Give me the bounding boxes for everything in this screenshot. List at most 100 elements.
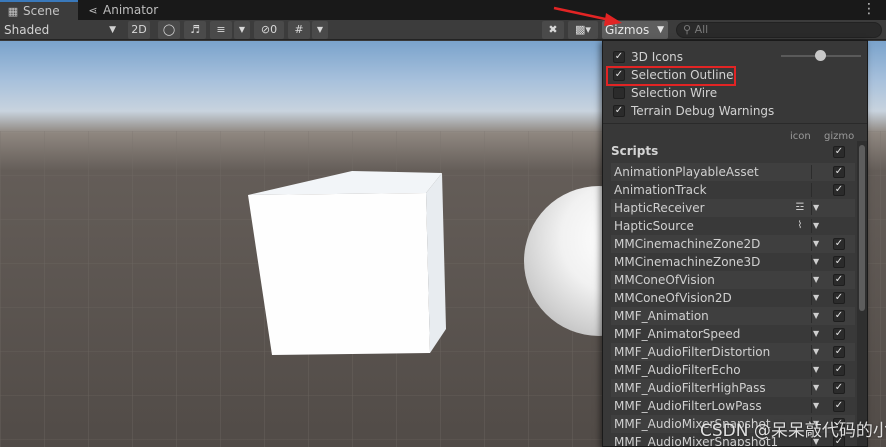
gizmo-checkbox[interactable]: ✓ xyxy=(833,382,845,394)
search-icon: ⚲ xyxy=(683,23,692,36)
toggle-2d-label: 2D xyxy=(131,23,147,36)
column-separator xyxy=(811,309,812,323)
chevron-down-icon: ▼ xyxy=(238,25,246,34)
haptic-source-icon[interactable]: ⌇ xyxy=(794,217,806,235)
script-name: MMF_Animation xyxy=(614,309,709,323)
search-input[interactable]: ⚲ All xyxy=(676,22,882,38)
shading-mode-dropdown[interactable]: Shaded ▼ xyxy=(4,20,120,40)
chevron-down-icon[interactable]: ▼ xyxy=(813,379,819,397)
grid-toggle-button[interactable]: # xyxy=(288,21,310,39)
script-row[interactable]: AnimationPlayableAsset ✓ xyxy=(611,163,855,181)
gizmo-checkbox[interactable]: ✓ xyxy=(833,400,845,412)
tab-scene[interactable]: ▦ Scene xyxy=(0,0,78,20)
script-row[interactable]: MMF_AudioFilterDistortion ▼ ✓ xyxy=(611,343,855,361)
shading-mode-label: Shaded xyxy=(4,23,50,37)
watermark: CSDN @呆呆敲代码的小Y xyxy=(700,421,886,441)
tab-scene-label: Scene xyxy=(23,4,60,18)
chevron-down-icon[interactable]: ▼ xyxy=(813,289,819,307)
chevron-down-icon[interactable]: ▼ xyxy=(813,217,819,235)
chevron-down-icon: ▼ xyxy=(316,25,324,34)
chevron-down-icon[interactable]: ▼ xyxy=(813,307,819,325)
column-separator xyxy=(811,219,812,233)
script-row[interactable]: MMF_Animation ▼ ✓ xyxy=(611,307,855,325)
scripts-gizmo-checkbox[interactable]: ✓ xyxy=(833,146,845,158)
gizmo-checkbox[interactable]: ✓ xyxy=(833,346,845,358)
column-separator xyxy=(811,345,812,359)
script-row[interactable]: HapticReceiver ☲ ▼ xyxy=(611,199,855,217)
layers-icon: ≡ xyxy=(216,23,226,36)
column-separator xyxy=(811,237,812,251)
column-separator xyxy=(811,363,812,377)
script-row[interactable]: MMF_AudioFilterEcho ▼ ✓ xyxy=(611,361,855,379)
script-name: HapticReceiver xyxy=(614,201,705,215)
script-row[interactable]: MMConeOfVision2D ▼ ✓ xyxy=(611,289,855,307)
script-row[interactable]: MMCinemachineZone2D ▼ ✓ xyxy=(611,235,855,253)
scrollbar-thumb[interactable] xyxy=(859,145,865,311)
column-separator xyxy=(811,327,812,341)
chevron-down-icon[interactable]: ▼ xyxy=(813,397,819,415)
highlight-box xyxy=(606,66,736,86)
gizmo-checkbox[interactable]: ✓ xyxy=(833,364,845,376)
script-name: MMCinemachineZone3D xyxy=(614,255,761,269)
eye-slash-icon: ⊘ xyxy=(260,23,271,36)
tab-animator-label: Animator xyxy=(103,3,159,17)
gizmo-checkbox[interactable]: ✓ xyxy=(833,292,845,304)
chevron-down-icon[interactable]: ▼ xyxy=(813,271,819,289)
scrollbar[interactable] xyxy=(857,141,867,446)
checkbox-terrain-debug-warnings[interactable]: ✓ xyxy=(613,105,625,117)
script-row[interactable]: HapticSource ⌇ ▼ xyxy=(611,217,855,235)
lighting-toggle-button[interactable]: ◯ xyxy=(158,21,180,39)
option-selection-wire-label: Selection Wire xyxy=(631,86,718,100)
checkbox-selection-wire[interactable] xyxy=(613,87,625,99)
more-options-icon[interactable]: ⋮ xyxy=(862,1,876,17)
gizmo-checkbox[interactable]: ✓ xyxy=(833,238,845,250)
column-separator xyxy=(811,165,812,179)
chevron-down-icon: ▼ xyxy=(109,25,116,35)
chevron-down-icon: ▼ xyxy=(657,25,664,35)
tab-bar: ▦ Scene ⋖ Animator ⋮ xyxy=(0,0,886,20)
gizmo-checkbox[interactable]: ✓ xyxy=(833,184,845,196)
divider xyxy=(603,123,867,124)
hidden-objects-toggle[interactable]: ⊘0 xyxy=(254,21,284,39)
haptic-receiver-icon[interactable]: ☲ xyxy=(794,199,806,217)
column-separator xyxy=(811,183,812,197)
gizmo-checkbox[interactable]: ✓ xyxy=(833,256,845,268)
script-name: HapticSource xyxy=(614,219,694,233)
script-row[interactable]: MMF_AudioFilterHighPass ▼ ✓ xyxy=(611,379,855,397)
gizmo-checkbox[interactable]: ✓ xyxy=(833,328,845,340)
script-name: MMF_AnimatorSpeed xyxy=(614,327,741,341)
tab-animator[interactable]: ⋖ Animator xyxy=(82,0,158,20)
column-separator xyxy=(811,273,812,287)
script-name: MMConeOfVision2D xyxy=(614,291,732,305)
effects-toggle-button[interactable]: ≡ xyxy=(210,21,232,39)
cube-object[interactable] xyxy=(240,167,450,367)
audio-toggle-button[interactable]: ♬ xyxy=(184,21,206,39)
script-row[interactable]: MMF_AnimatorSpeed ▼ ✓ xyxy=(611,325,855,343)
script-row[interactable]: AnimationTrack ✓ xyxy=(611,181,855,199)
script-row[interactable]: MMCinemachineZone3D ▼ ✓ xyxy=(611,253,855,271)
toggle-2d-button[interactable]: 2D xyxy=(128,21,150,39)
gizmo-checkbox[interactable]: ✓ xyxy=(833,274,845,286)
animator-icon: ⋖ xyxy=(88,4,98,17)
chevron-down-icon[interactable]: ▼ xyxy=(813,235,819,253)
script-name: MMF_AudioFilterDistortion xyxy=(614,345,771,359)
chevron-down-icon[interactable]: ▼ xyxy=(813,343,819,361)
grid-dropdown[interactable]: ▼ xyxy=(312,21,328,39)
gizmo-checkbox[interactable]: ✓ xyxy=(833,166,845,178)
script-row[interactable]: MMF_AudioFilterLowPass ▼ ✓ xyxy=(611,397,855,415)
script-row[interactable]: MMConeOfVision ▼ ✓ xyxy=(611,271,855,289)
effects-dropdown[interactable]: ▼ xyxy=(234,21,250,39)
column-separator xyxy=(811,255,812,269)
gizmo-column-header: gizmo xyxy=(824,131,855,142)
annotation-arrow xyxy=(553,6,622,26)
chevron-down-icon[interactable]: ▼ xyxy=(813,325,819,343)
hidden-count: 0 xyxy=(270,23,278,36)
icon-size-slider-handle[interactable] xyxy=(815,50,826,61)
checkbox-3d-icons[interactable]: ✓ xyxy=(613,51,625,63)
chevron-down-icon[interactable]: ▼ xyxy=(813,361,819,379)
scene-toolbar: Shaded ▼ 2D ◯ ♬ ≡ ▼ ⊘0 # ▼ ✖ ▩▾ Gizmos ▼… xyxy=(0,20,886,40)
gizmo-checkbox[interactable]: ✓ xyxy=(833,310,845,322)
script-name: MMF_AudioFilterHighPass xyxy=(614,381,766,395)
chevron-down-icon[interactable]: ▼ xyxy=(813,253,819,271)
chevron-down-icon[interactable]: ▼ xyxy=(813,199,819,217)
